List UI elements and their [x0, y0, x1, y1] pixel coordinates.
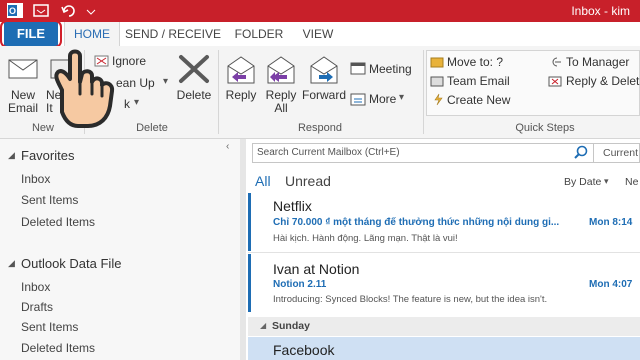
move-to-button[interactable]: Move to: ?	[447, 55, 503, 69]
sort-by-date[interactable]: By Date	[564, 176, 601, 188]
group-separator	[423, 50, 424, 134]
pointing-hand-icon	[40, 42, 136, 139]
move-to-icon[interactable]	[430, 55, 444, 73]
search-scope-dropdown[interactable]: Current	[603, 147, 638, 159]
delete-icon[interactable]	[178, 54, 210, 89]
reply-all-button[interactable]: Reply All	[262, 89, 300, 115]
to-manager-icon[interactable]	[548, 55, 562, 73]
message-sender: Netflix	[273, 198, 312, 214]
pane-splitter[interactable]	[240, 139, 246, 360]
list-item[interactable]: Ivan at Notion Notion 2.11 Mon 4:07 Intr…	[248, 254, 640, 312]
create-new-button[interactable]: Create New	[447, 93, 510, 107]
data-file-inbox[interactable]: Inbox	[21, 280, 50, 294]
new-email-icon[interactable]	[8, 56, 40, 87]
group-expander-icon[interactable]: ◢	[260, 321, 266, 330]
team-email-icon[interactable]	[430, 74, 444, 92]
message-date: Mon 8:14	[589, 217, 633, 228]
list-item[interactable]: Facebook	[248, 337, 640, 360]
search-input[interactable]: Search Current Mailbox (Ctrl+E) Current	[252, 143, 640, 163]
forward-icon[interactable]	[309, 54, 339, 91]
tab-send-receive[interactable]: SEND / RECEIVE	[122, 22, 224, 46]
create-new-icon[interactable]	[432, 93, 444, 111]
tab-view[interactable]: VIEW	[292, 22, 344, 46]
to-manager-button[interactable]: To Manager	[566, 55, 629, 69]
favorites-deleted-items[interactable]: Deleted Items	[21, 215, 95, 229]
message-preview: Hài kịch. Hành động. Lãng mạn. Thật là v…	[273, 233, 458, 244]
data-file-sent-items[interactable]: Sent Items	[21, 320, 78, 334]
search-placeholder: Search Current Mailbox (Ctrl+E)	[257, 147, 400, 158]
group-separator	[218, 50, 219, 134]
message-subject: Notion 2.11	[273, 279, 327, 290]
message-date: Mon 4:07	[589, 279, 633, 290]
window-title: Inbox - kim	[571, 4, 630, 18]
data-file-drafts[interactable]: Drafts	[21, 300, 53, 314]
customize-toolbar-icon[interactable]	[86, 2, 104, 19]
reply-delete-icon[interactable]	[548, 74, 562, 92]
more-icon[interactable]	[350, 92, 366, 111]
data-file-expander-icon[interactable]: ◢	[8, 258, 15, 269]
send-receive-icon[interactable]	[32, 2, 50, 19]
favorites-header[interactable]: Favorites	[21, 148, 74, 163]
reply-all-icon[interactable]	[266, 54, 296, 91]
message-preview: Introducing: Synced Blocks! The feature …	[273, 294, 548, 305]
new-email-button[interactable]: New Email	[2, 89, 44, 115]
message-sender: Facebook	[273, 342, 335, 358]
search-icon[interactable]	[573, 145, 589, 166]
respond-group-label: Respond	[297, 122, 343, 134]
folder-pane: ‹ ◢ Favorites Inbox Sent Items Deleted I…	[0, 139, 240, 360]
meeting-button[interactable]: Meeting	[369, 62, 412, 76]
quick-steps-group-label: Quick Steps	[515, 122, 575, 134]
group-header[interactable]: ◢ Sunday	[248, 317, 640, 336]
reply-button[interactable]: Reply	[222, 89, 260, 102]
forward-button[interactable]: Forward	[300, 89, 348, 102]
filter-all[interactable]: All	[255, 173, 271, 189]
data-file-header[interactable]: Outlook Data File	[21, 256, 121, 271]
undo-icon[interactable]	[60, 2, 78, 19]
message-subject: Chỉ 70.000 ₫ một tháng để thưởng thức nh…	[273, 217, 560, 228]
title-bar: O Inbox - kim	[0, 0, 640, 22]
collapse-pane-icon[interactable]: ‹	[226, 141, 229, 152]
list-item[interactable]: Netflix Chỉ 70.000 ₫ một tháng để thưởng…	[248, 193, 640, 251]
favorites-expander-icon[interactable]: ◢	[8, 150, 15, 161]
message-sender: Ivan at Notion	[273, 261, 360, 277]
more-button[interactable]: More	[369, 92, 396, 106]
team-email-button[interactable]: Team Email	[447, 74, 510, 88]
svg-text:O: O	[9, 6, 16, 16]
more-dropdown-icon[interactable]: ▾	[399, 92, 404, 103]
tab-folder[interactable]: FOLDER	[230, 22, 288, 46]
meeting-icon[interactable]	[350, 61, 366, 80]
data-file-deleted-items[interactable]: Deleted Items	[21, 341, 95, 355]
sort-dropdown-icon[interactable]: ▾	[604, 176, 609, 187]
outlook-logo-icon: O	[6, 2, 24, 19]
reply-delete-button[interactable]: Reply & Delet	[566, 74, 639, 88]
filter-unread[interactable]: Unread	[285, 173, 331, 189]
delete-button[interactable]: Delete	[172, 89, 216, 102]
favorites-inbox[interactable]: Inbox	[21, 172, 50, 186]
clean-up-dropdown-icon[interactable]: ▾	[163, 76, 168, 87]
divider	[248, 252, 640, 253]
sort-order[interactable]: Ne	[625, 176, 638, 188]
favorites-sent-items[interactable]: Sent Items	[21, 193, 78, 207]
reply-icon[interactable]	[226, 54, 256, 91]
search-divider	[593, 144, 594, 162]
group-header-label: Sunday	[272, 320, 310, 332]
